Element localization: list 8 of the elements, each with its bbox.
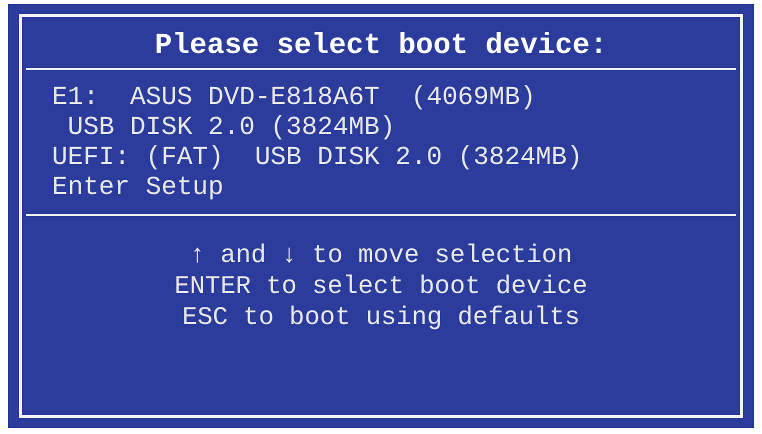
boot-option[interactable]: E1: ASUS DVD-E818A6T (4069MB) (52, 82, 536, 112)
menu-title: Please select boot device: (154, 28, 608, 64)
boot-option[interactable]: UEFI: (FAT) USB DISK 2.0 (3824MB) (52, 142, 582, 172)
boot-option[interactable]: Enter Setup (52, 172, 224, 202)
boot-option[interactable]: USB DISK 2.0 (3824MB) (52, 112, 396, 142)
help-text: ↑ and ↓ to move selection (190, 240, 572, 271)
help-text: ENTER to select boot device (174, 271, 588, 302)
help-text: ESC to boot using defaults (182, 302, 580, 333)
